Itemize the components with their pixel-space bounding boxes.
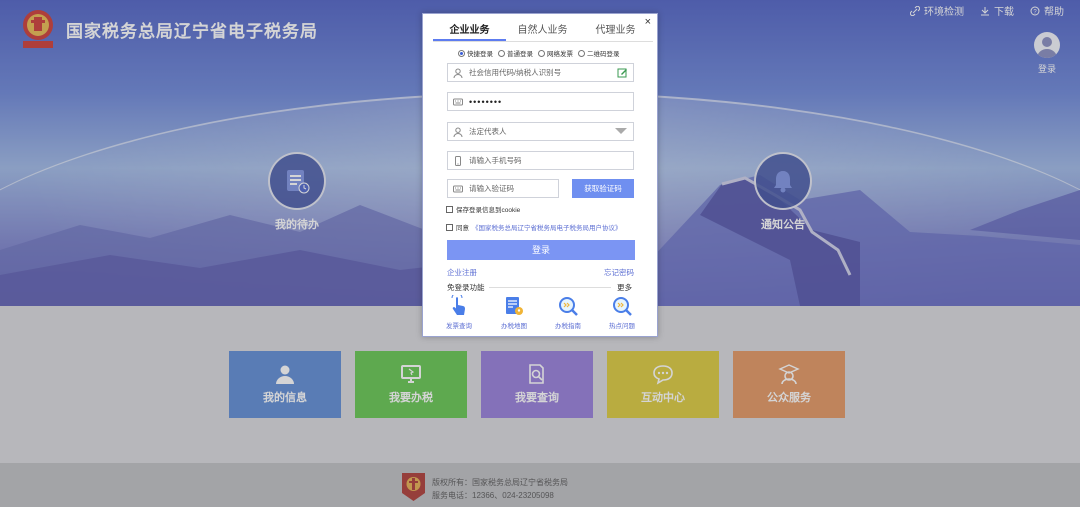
agree-checkbox[interactable]: 同意 《国家税务总局辽宁省税务局电子税务局用户协议》 <box>446 222 622 232</box>
save-cookie-checkbox[interactable]: 保存登录信息到cookie <box>446 204 520 214</box>
quick-tax-map-label: 办税地图 <box>501 323 527 330</box>
radio-quick-login[interactable]: 快捷登录 <box>458 48 493 58</box>
quick-tax-guide[interactable]: 办税指南 <box>551 295 585 330</box>
phone-icon <box>455 155 461 166</box>
phone-placeholder: 请输入手机号码 <box>469 156 522 165</box>
checkbox-box[interactable] <box>446 205 453 213</box>
get-code-button[interactable]: 获取验证码 <box>572 179 634 198</box>
role-select[interactable]: 法定代表人 <box>447 122 634 141</box>
tab-enterprise[interactable]: 企业业务 <box>433 23 506 41</box>
radio-dot <box>498 49 505 57</box>
hand-pointer-icon <box>451 295 465 315</box>
edit-icon[interactable] <box>617 67 628 78</box>
password-value: •••••••• <box>469 96 503 107</box>
no-login-section-header: 免登录功能 更多 <box>447 282 635 292</box>
quick-hot-questions-label: 热点问题 <box>609 323 635 330</box>
radio-normal-login[interactable]: 普通登录 <box>498 48 533 58</box>
keyboard-icon <box>453 98 463 105</box>
user-icon <box>453 127 463 137</box>
keyboard-icon <box>453 185 463 192</box>
radio-online-invoice[interactable]: 网络发票 <box>538 48 573 58</box>
save-cookie-label: 保存登录信息到cookie <box>456 207 521 214</box>
login-modal: × 企业业务 自然人业务 代理业务 快捷登录 普通登录 网络发票 二维码登录 社… <box>422 13 658 337</box>
role-placeholder: 法定代表人 <box>469 127 507 136</box>
user-icon <box>453 68 463 78</box>
login-tabs: 企业业务 自然人业务 代理业务 <box>433 23 653 42</box>
radio-qrcode-login[interactable]: 二维码登录 <box>578 48 620 58</box>
checkbox-box[interactable] <box>446 223 453 231</box>
chevron-down-icon <box>615 128 627 134</box>
radio-label: 快捷登录 <box>467 51 493 58</box>
radio-dot <box>578 49 585 57</box>
quick-tax-guide-label: 办税指南 <box>555 323 581 330</box>
register-link[interactable]: 企业注册 <box>447 267 477 278</box>
map-document-icon <box>506 297 523 315</box>
quick-invoice-query[interactable]: 发票查询 <box>442 295 476 330</box>
divider <box>489 287 611 288</box>
credit-code-input[interactable]: 社会信用代码/纳税人识别号 <box>447 63 634 82</box>
search-magnifier-icon <box>559 297 578 316</box>
quick-tax-map[interactable]: 办税地图 <box>497 295 531 330</box>
quick-hot-questions[interactable]: 热点问题 <box>605 295 639 330</box>
login-mode-radios: 快捷登录 普通登录 网络发票 二维码登录 <box>458 48 620 58</box>
radio-dot <box>538 49 545 57</box>
password-input[interactable]: •••••••• <box>447 92 634 111</box>
phone-input[interactable]: 请输入手机号码 <box>447 151 634 170</box>
code-placeholder: 请输入验证码 <box>469 184 514 193</box>
verification-code-input[interactable]: 请输入验证码 <box>447 179 559 198</box>
no-login-title: 免登录功能 <box>447 283 485 292</box>
forgot-password-link[interactable]: 忘记密码 <box>604 267 634 278</box>
tab-agent[interactable]: 代理业务 <box>579 23 652 41</box>
user-agreement-link[interactable]: 《国家税务总局辽宁省税务局电子税务局用户协议》 <box>472 222 622 232</box>
radio-label: 普通登录 <box>507 51 533 58</box>
radio-label: 二维码登录 <box>587 51 620 58</box>
login-button[interactable]: 登录 <box>447 240 635 260</box>
tab-individual[interactable]: 自然人业务 <box>506 23 579 41</box>
radio-dot <box>458 49 465 57</box>
more-link[interactable]: 更多 <box>617 282 632 293</box>
agree-label: 同意 <box>456 225 469 232</box>
radio-label: 网络发票 <box>547 51 573 58</box>
search-magnifier-icon <box>613 297 632 316</box>
quick-invoice-query-label: 发票查询 <box>446 323 472 330</box>
credit-code-placeholder: 社会信用代码/纳税人识别号 <box>469 68 562 77</box>
